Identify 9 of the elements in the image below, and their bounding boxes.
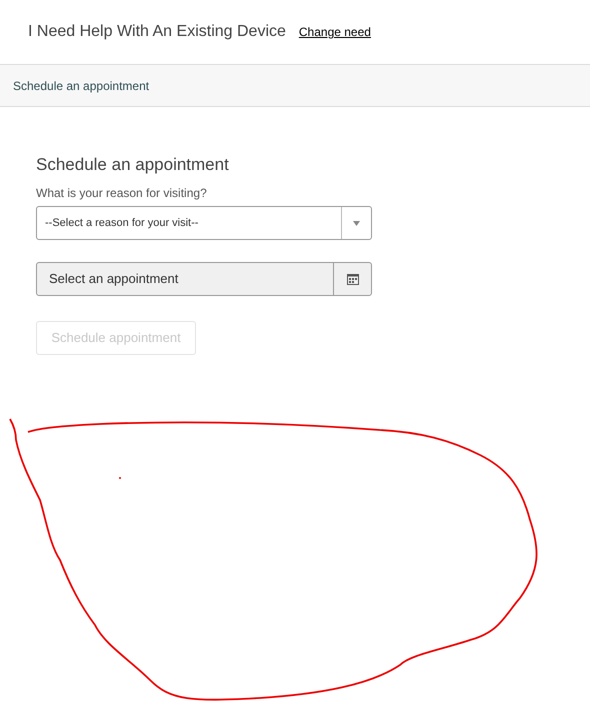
appointment-field[interactable]: Select an appointment: [36, 262, 372, 296]
change-need-link[interactable]: Change need: [298, 23, 371, 41]
calendar-icon[interactable]: [346, 274, 358, 284]
reason-select[interactable]: --Select a reason for your visit--: [36, 206, 372, 240]
caret-icon: [353, 220, 360, 226]
form-heading: Schedule an appointment: [36, 154, 230, 176]
page-title: I Need Help With An Existing Device: [28, 22, 286, 42]
reason-label: What is your reason for visiting?: [36, 185, 208, 201]
breadcrumb-label: Schedule an appointment: [13, 78, 150, 94]
